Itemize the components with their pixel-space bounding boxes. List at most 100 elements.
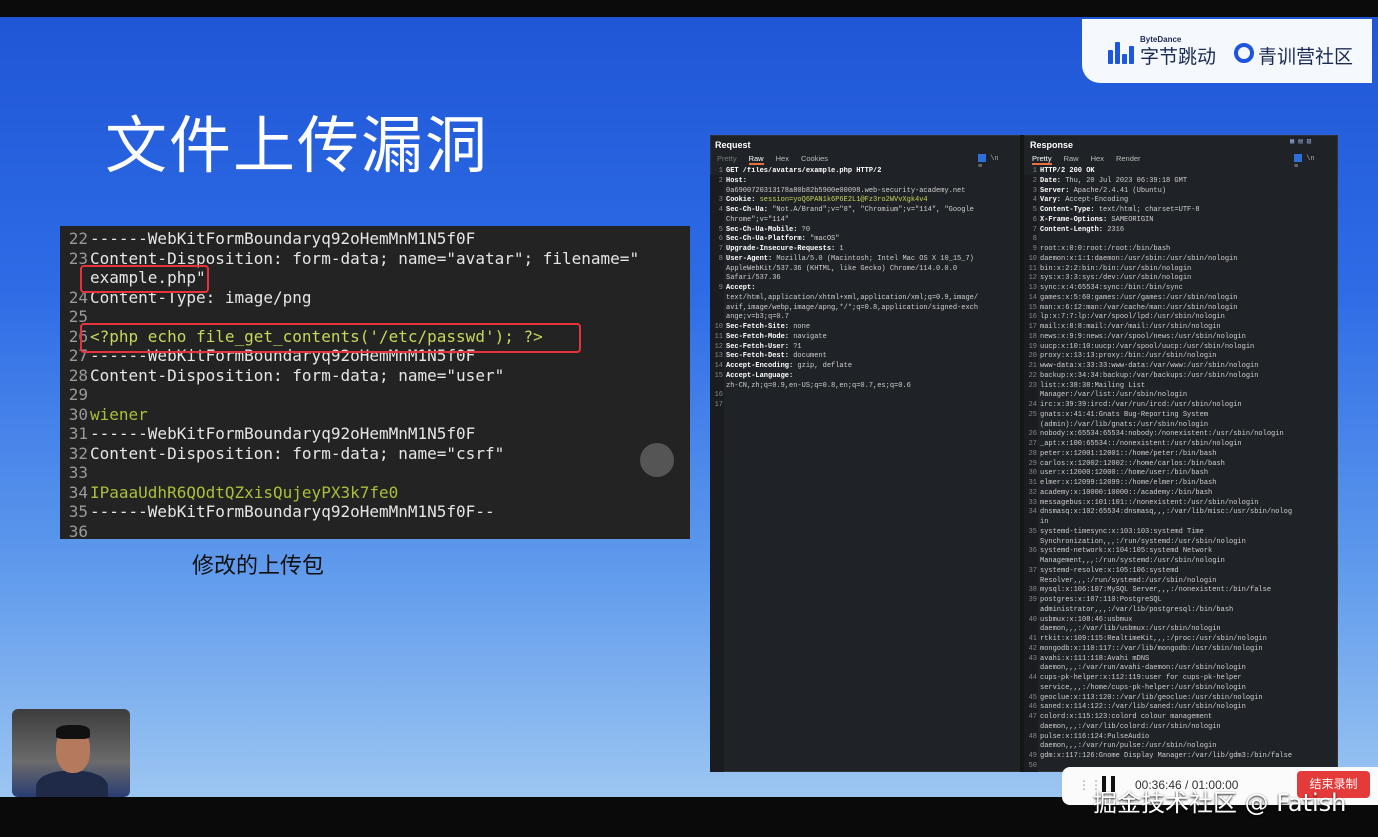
header-value: service,,,:/home/cups-pk-helper:/usr/sbi… [1040, 683, 1246, 692]
header-value: sync:x:4:65534:sync:/bin:/bin/sync [1040, 284, 1183, 292]
header-value: academy:x:10000:10000::/academy:/bin/bas… [1040, 488, 1213, 497]
line-number: 13 [714, 352, 723, 361]
header-value: "macOS" [810, 235, 840, 244]
code-line: 32 Content-Disposition: form-data; name="… [60, 444, 504, 464]
header-value: systemd-network:x:104:105:systemd Networ… [1040, 547, 1213, 556]
response-view-icons[interactable]: \n ≡ [1294, 154, 1316, 171]
request-line: Safari/537.36 [711, 274, 781, 284]
header-value: 2316 [1107, 225, 1125, 234]
header-key: Date: [1040, 176, 1066, 185]
request-tab-pretty[interactable]: Pretty [717, 154, 737, 163]
request-editor[interactable]: 1 GET /files/avatars/example.php HTTP/2 2 H… [711, 167, 1019, 767]
line-number: 10 [714, 323, 723, 331]
response-line: 21 www-data:x:33:33:www-data:/var/www:/us… [1025, 362, 1259, 372]
header-value: gnats:x:41:41:Gnats Bug-Reporting System [1040, 410, 1209, 419]
response-line: 39 postgres:x:107:110:PostgreSQL [1025, 596, 1162, 606]
line-number: 41 [1028, 635, 1037, 643]
header-value: daemon,,,:/var/lib/usbmux:/usr/sbin/nolo… [1040, 625, 1221, 634]
wrap-icon[interactable] [978, 154, 986, 162]
header-value: list:x:38:38:Mailing List [1040, 381, 1146, 390]
code-text: ------WebKitFormBoundaryq92oHemMnM1N5f0F [90, 424, 476, 443]
line-number: 30 [68, 404, 88, 424]
response-line: service,,,:/home/cups-pk-helper:/usr/sbi… [1025, 684, 1246, 694]
line-number: 15 [1028, 303, 1037, 312]
line-number: 6 [1032, 215, 1037, 224]
header-value: man:x:6:12:man:/var/cache/man:/usr/sbin/… [1040, 303, 1238, 312]
header-value: user:x:12000:12000::/home/user:/bin/bash [1040, 469, 1209, 478]
line-number: 2 [718, 176, 723, 185]
request-view-icons[interactable]: \n ≡ [978, 154, 1000, 171]
request-line: 0a6900720313178a80b82b5900e00098.web-sec… [711, 187, 965, 197]
response-line: 27 _apt:x:100:65534::/nonexistent:/usr/sb… [1025, 440, 1242, 450]
header-key: Sec-Ch-Ua: [726, 206, 773, 214]
response-line: 16 lp:x:7:7:lp:/var/spool/lpd:/usr/sbin/n… [1025, 313, 1225, 323]
code-line: 31 ------WebKitFormBoundaryq92oHemMnM1N5f… [60, 424, 476, 444]
line-number: 47 [1028, 713, 1037, 721]
wrap-icon[interactable] [1294, 154, 1302, 162]
response-line: administrator,,,:/var/lib/postgresql:/bi… [1025, 606, 1233, 616]
header-value: Accept-Encoding [1065, 196, 1129, 205]
header-value: administrator,,,:/var/lib/postgresql:/bi… [1040, 605, 1234, 614]
header-value: Synchronization,,,:/run/systemd:/usr/sbi… [1040, 537, 1246, 546]
response-line: 22 backup:x:34:34:backup:/var/backups:/us… [1025, 372, 1259, 382]
request-tab-raw[interactable]: Raw [748, 154, 764, 165]
header-value: www-data:x:33:33:www-data:/var/www:/usr/… [1040, 362, 1259, 370]
response-tab-raw[interactable]: Raw [1064, 154, 1079, 163]
response-tab-pretty[interactable]: Pretty [1032, 154, 1052, 165]
line-number: 4 [718, 206, 723, 214]
request-line: zh-CN,zh;q=0.9,en-US;q=0.8,en;q=0.7,es;q… [711, 382, 911, 392]
line-number: 23 [1028, 381, 1037, 390]
request-line: 15 Accept-Language: [711, 372, 794, 382]
response-line: 10 daemon:x:1:1:daemon:/usr/sbin:/usr/sbi… [1025, 254, 1238, 265]
response-line: daemon,,,:/var/lib/usbmux:/usr/sbin/nolo… [1025, 625, 1221, 635]
response-line: 29 carlos:x:12002:12002::/home/carlos:/bi… [1025, 460, 1225, 470]
response-editor[interactable]: 1 HTTP/2 200 OK 2 Date: Thu, 20 Jul 2023 06… [1025, 167, 1335, 767]
line-number: 17 [1028, 323, 1037, 331]
response-line: daemon,,,:/var/run/pulse:/usr/sbin/nolog… [1025, 742, 1216, 752]
response-tab-hex[interactable]: Hex [1091, 154, 1104, 163]
response-line: 30 user:x:12000:12000::/home/user:/bin/ba… [1025, 469, 1208, 479]
request-tab-cookies[interactable]: Cookies [801, 154, 828, 163]
header-value: sys:x:3:3:sys:/dev:/usr/sbin/nologin [1040, 274, 1192, 283]
bytedance-logo-icon [1108, 40, 1136, 64]
header-value: saned:x:114:122::/var/lib/saned:/usr/sbi… [1040, 703, 1246, 712]
header-value: session=yoQ6PAN1k6P6E2L1@Fz3ro2WVvXgk4v4 [759, 196, 928, 205]
response-line: daemon,,,:/var/run/avahi-daemon:/usr/sbi… [1025, 664, 1246, 674]
line-number: 42 [1028, 644, 1037, 653]
response-line: 35 systemd-timesync:x:103:103:systemd Tim… [1025, 528, 1204, 538]
header-value: postgres:x:107:110:PostgreSQL [1040, 596, 1162, 604]
line-number: 25 [1028, 410, 1037, 419]
community-logo-icon [1234, 43, 1254, 63]
request-line: 14 Accept-Encoding: gzip, deflate [711, 362, 852, 372]
request-tab-hex[interactable]: Hex [776, 154, 789, 163]
line-number: 17 [714, 401, 723, 409]
code-line: 30 wiener [60, 405, 148, 425]
code-text: Content-Disposition: form-data; name="us… [90, 365, 505, 385]
header-key: Sec-Ch-Ua-Mobile: [726, 225, 802, 234]
response-tab-render[interactable]: Render [1116, 154, 1141, 163]
header-value: pulse:x:116:124:PulseAudio [1040, 732, 1150, 741]
pane-divider[interactable] [1020, 135, 1024, 772]
line-number: 22 [68, 229, 88, 248]
header-key: Cookie: [726, 196, 760, 205]
response-line: 45 geoclue:x:113:120::/var/lib/geoclue:/u… [1025, 694, 1263, 704]
response-line: 34 dnsmasq:x:102:65534:dnsmasq,,,:/var/li… [1025, 508, 1292, 518]
header-value: Mozilla/5.0 (Macintosh; Intel Mac OS X 1… [776, 254, 974, 263]
request-line: avif,image/webp,image/apng,*/*;q=0.8,app… [711, 304, 978, 314]
response-line: 50 [1025, 762, 1040, 767]
response-line: 13 sync:x:4:65534:sync:/bin:/bin/sync [1025, 284, 1183, 294]
code-line: 22 ------WebKitFormBoundaryq92oHemMnM1N5f… [60, 229, 476, 249]
request-line: 10 Sec-Fetch-Site: none [711, 323, 810, 333]
line-number: 29 [68, 385, 88, 404]
header-value: Chrome";v="114" [726, 215, 790, 224]
line-number: 37 [1028, 566, 1037, 575]
header-value: 0a6900720313178a80b82b5900e00098.web-sec… [726, 186, 966, 195]
line-number: 35 [68, 502, 88, 521]
line-number: 33 [68, 463, 88, 482]
header-value: daemon:x:1:1:daemon:/usr/sbin:/usr/sbin/… [1040, 254, 1238, 263]
header-key: Sec-Fetch-Site: [726, 323, 794, 331]
line-number: 14 [714, 362, 723, 370]
response-line: 23 list:x:38:38:Mailing List [1025, 382, 1145, 392]
layout-toggle-icons[interactable]: ▦ ▤ ▥ [1290, 137, 1311, 146]
header-value: _apt:x:100:65534::/nonexistent:/usr/sbin… [1040, 440, 1242, 448]
